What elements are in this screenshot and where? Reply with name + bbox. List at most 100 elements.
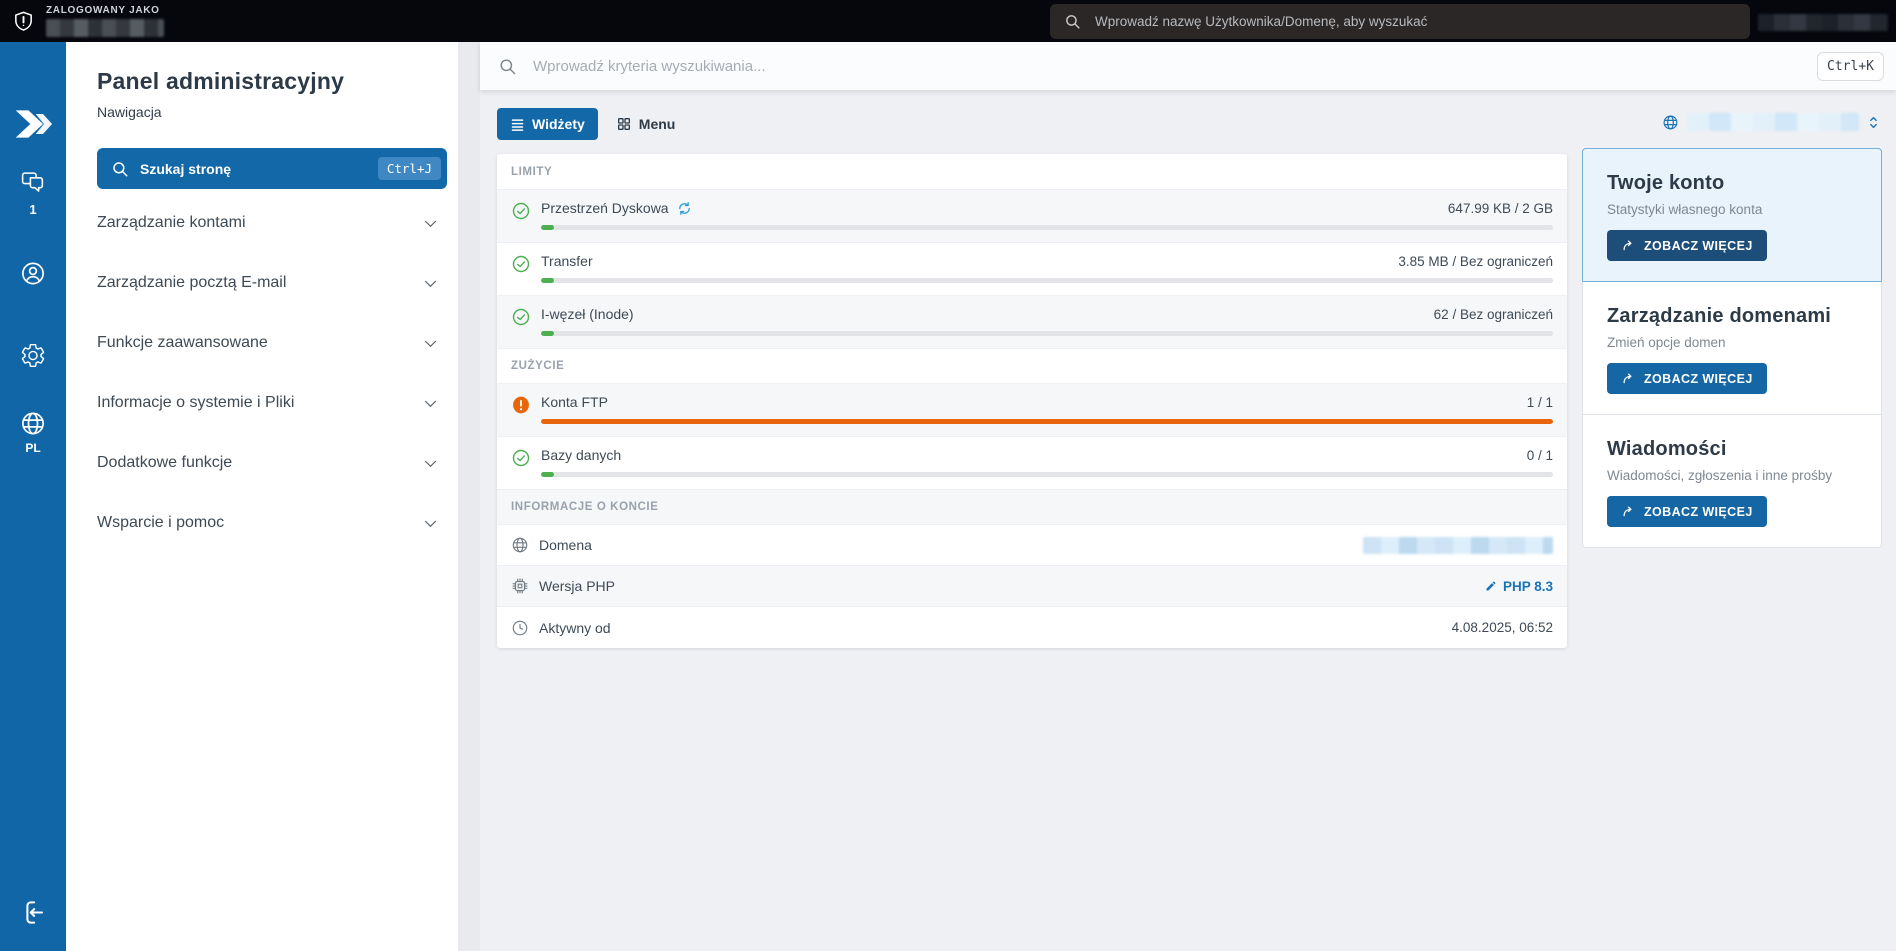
nav-item-system-files[interactable]: Informacje o systemie i Pliki (97, 373, 447, 433)
nav-item-extra[interactable]: Dodatkowe funkcje (97, 433, 447, 493)
language-globe-icon[interactable] (20, 410, 47, 442)
check-circle-icon (511, 254, 531, 274)
nav-search-label: Szukaj stronę (140, 160, 232, 177)
tab-label: Menu (638, 116, 676, 132)
usage-row-databases: Bazy danych 0 / 1 (497, 437, 1567, 490)
language-label: PL (25, 441, 41, 455)
limit-row-disk: Przestrzeń Dyskowa 647.99 KB / 2 GB (497, 190, 1567, 243)
nav-item-label: Zarządzanie kontami (97, 214, 246, 231)
app-logo[interactable] (13, 104, 53, 149)
account-row-active-since: Aktywny od 4.08.2025, 06:52 (497, 607, 1567, 648)
search-icon (1064, 13, 1081, 30)
logged-in-as-label: ZALOGOWANY JAKO (46, 5, 160, 16)
card-messages: Wiadomości Wiadomości, zgłoszenia i inne… (1582, 414, 1882, 548)
user-domain-search[interactable] (1050, 4, 1750, 39)
see-more-label: ZOBACZ WIĘCEJ (1644, 238, 1753, 253)
user-account-icon[interactable] (20, 260, 47, 292)
messages-icon[interactable] (20, 169, 47, 201)
see-more-button[interactable]: ZOBACZ WIĘCEJ (1607, 230, 1767, 261)
progress-bar (541, 331, 1553, 336)
clock-icon (511, 619, 529, 637)
sort-chevrons-icon (1867, 115, 1880, 130)
topbar-redacted-block (1758, 14, 1888, 31)
php-version-edit[interactable]: PHP 8.3 (1485, 579, 1553, 594)
messages-count-badge: 1 (29, 202, 37, 217)
refresh-icon[interactable] (677, 201, 692, 216)
main-search-bar[interactable]: Ctrl+K (480, 42, 1896, 90)
see-more-button[interactable]: ZOBACZ WIĘCEJ (1607, 363, 1767, 394)
warning-circle-icon (511, 395, 531, 415)
nav-item-advanced[interactable]: Funkcje zaawansowane (97, 313, 447, 373)
chevron-down-icon (422, 215, 439, 232)
settings-gear-icon[interactable] (20, 342, 47, 374)
card-subtitle: Statystyki własnego konta (1607, 202, 1763, 217)
chevron-down-icon (422, 335, 439, 352)
usage-label: Bazy danych (541, 447, 622, 463)
nav-item-label: Dodatkowe funkcje (97, 454, 233, 471)
card-title: Wiadomości (1607, 438, 1727, 460)
arrow-curve-icon (1621, 238, 1636, 253)
section-header-account: INFORMACJE O KONCIE (497, 489, 1567, 525)
globe-icon (511, 536, 529, 554)
tab-label: Widżety (532, 116, 585, 132)
nav-item-email[interactable]: Zarządzanie pocztą E-mail (97, 253, 447, 313)
nav-search-shortcut: Ctrl+J (377, 157, 441, 180)
domain-value-redacted (1363, 536, 1553, 554)
view-tabs: Widżety Menu (497, 108, 1567, 140)
main-search-input[interactable] (531, 56, 1804, 76)
chevron-down-icon (422, 455, 439, 472)
limit-label: I-węzeł (Inode) (541, 306, 634, 322)
limit-value: 3.85 MB / Bez ograniczeń (1398, 253, 1553, 269)
see-more-button[interactable]: ZOBACZ WIĘCEJ (1607, 496, 1767, 527)
section-header-limits: LIMITY (497, 154, 1567, 190)
card-subtitle: Zmień opcje domen (1607, 335, 1726, 350)
icon-sidebar: 1 PL (0, 42, 66, 951)
search-icon (111, 160, 129, 178)
page-subtitle: Nawigacja (97, 104, 162, 120)
search-icon (498, 57, 517, 76)
account-label: Wersja PHP (539, 578, 615, 594)
usage-value: 1 / 1 (1526, 394, 1553, 410)
logout-icon[interactable] (20, 899, 47, 931)
domain-selector[interactable] (1582, 108, 1882, 136)
nav-items: Zarządzanie kontami Zarządzanie pocztą E… (97, 193, 447, 553)
tab-menu[interactable]: Menu (616, 108, 676, 140)
see-more-label: ZOBACZ WIĘCEJ (1644, 504, 1753, 519)
php-version-value: PHP 8.3 (1502, 578, 1553, 594)
arrow-curve-icon (1621, 504, 1636, 519)
check-circle-icon (511, 448, 531, 468)
nav-item-label: Wsparcie i pomoc (97, 514, 225, 531)
nav-search-button[interactable]: Szukaj stronę Ctrl+J (97, 148, 447, 189)
account-row-domain: Domena (497, 525, 1567, 566)
limit-value: 647.99 KB / 2 GB (1447, 200, 1553, 216)
progress-bar (541, 472, 1553, 477)
nav-panel: Panel administracyjny Nawigacja Szukaj s… (66, 42, 458, 951)
see-more-label: ZOBACZ WIĘCEJ (1644, 371, 1753, 386)
account-value: 4.08.2025, 06:52 (1451, 620, 1553, 635)
card-subtitle: Wiadomości, zgłoszenia i inne prośby (1607, 468, 1833, 483)
arrow-curve-icon (1621, 371, 1636, 386)
user-domain-search-input[interactable] (1093, 13, 1736, 30)
shield-icon (12, 10, 35, 33)
check-circle-icon (511, 201, 531, 221)
section-header-usage: ZUŻYCIE (497, 348, 1567, 384)
main-search-shortcut: Ctrl+K (1817, 51, 1884, 81)
selected-domain-redacted (1687, 113, 1859, 131)
stats-widget: LIMITY Przestrzeń Dyskowa 647.99 KB / 2 … (497, 154, 1567, 648)
usage-value: 0 / 1 (1526, 447, 1553, 463)
limit-label: Przestrzeń Dyskowa (541, 200, 669, 216)
card-your-account: Twoje konto Statystyki własnego konta ZO… (1582, 148, 1882, 282)
nav-item-label: Zarządzanie pocztą E-mail (97, 274, 287, 291)
usage-row-ftp: Konta FTP 1 / 1 (497, 384, 1567, 437)
chevron-down-icon (422, 515, 439, 532)
nav-item-support[interactable]: Wsparcie i pomoc (97, 493, 447, 553)
chevron-down-icon (422, 395, 439, 412)
limit-row-transfer: Transfer 3.85 MB / Bez ograniczeń (497, 243, 1567, 296)
limit-value: 62 / Bez ograniczeń (1433, 306, 1553, 322)
limit-label: Transfer (541, 253, 593, 269)
nav-item-label: Funkcje zaawansowane (97, 334, 268, 351)
page-title: Panel administracyjny (97, 68, 345, 94)
nav-item-accounts[interactable]: Zarządzanie kontami (97, 193, 447, 253)
tab-widgets[interactable]: Widżety (497, 108, 598, 140)
scrollbar[interactable] (458, 42, 480, 951)
